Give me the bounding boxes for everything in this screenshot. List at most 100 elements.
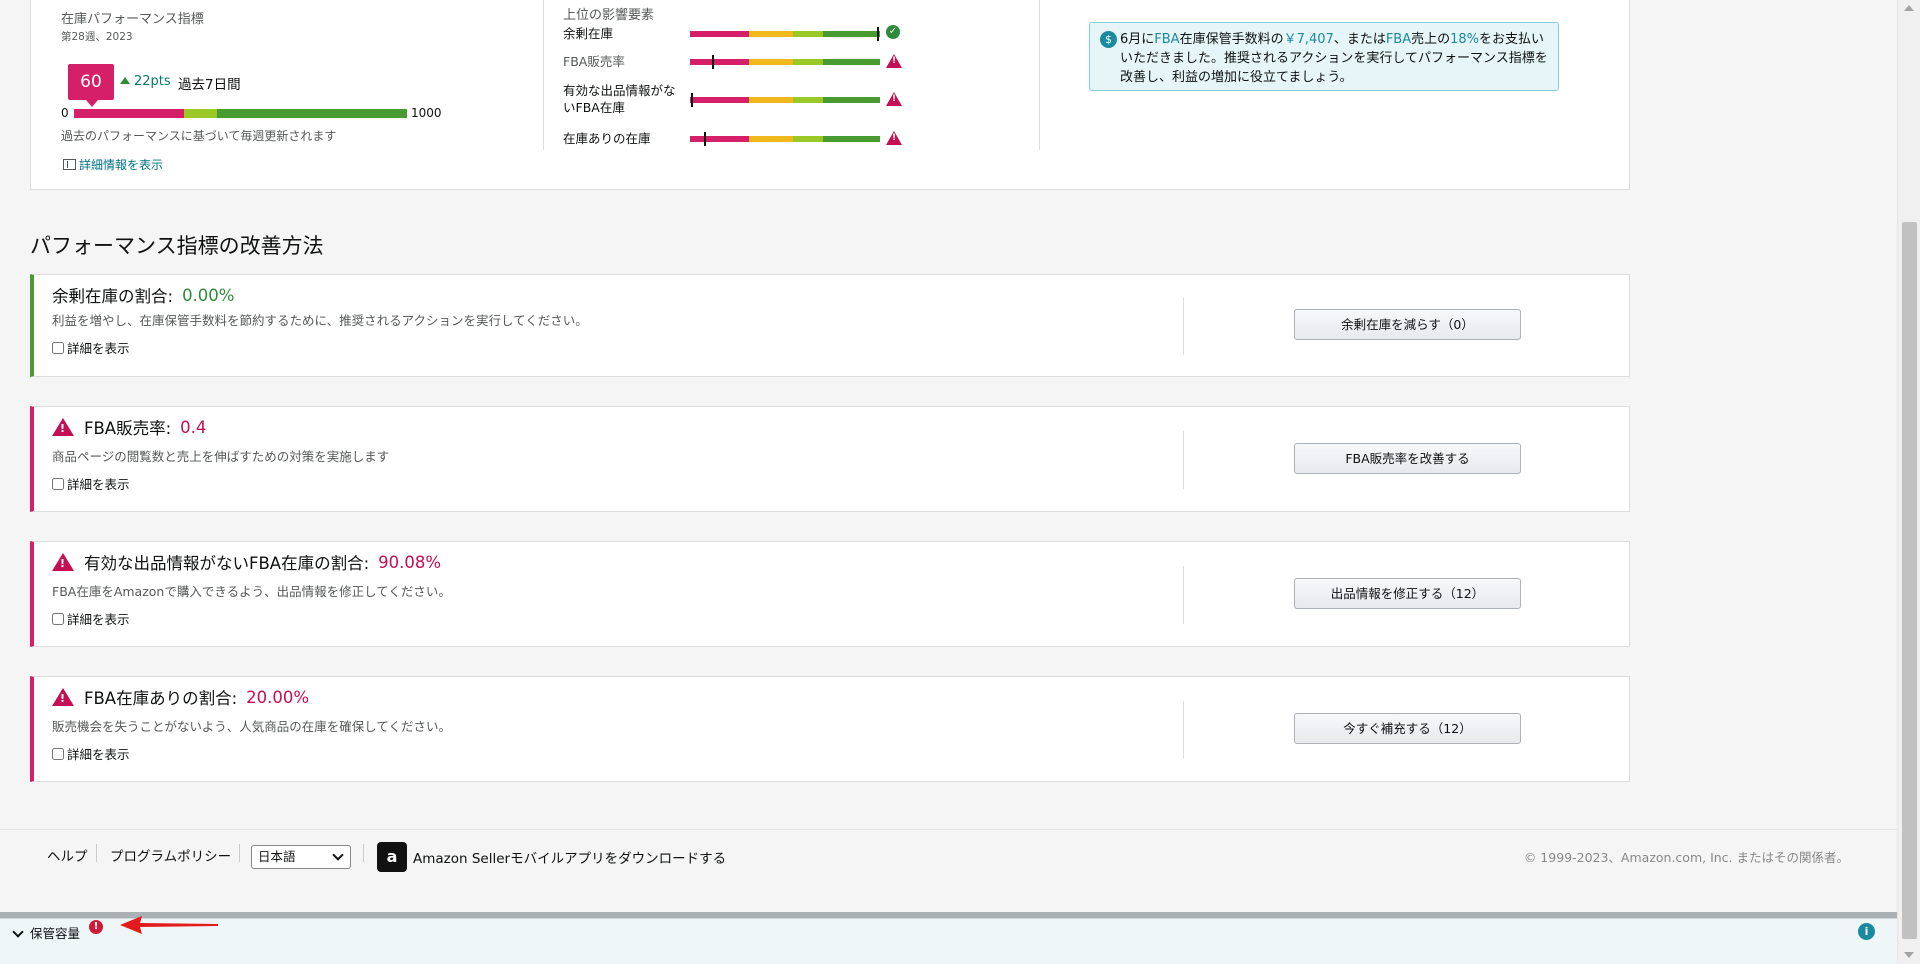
factor-bar bbox=[690, 31, 880, 37]
footer-separator bbox=[96, 844, 97, 862]
copyright: © 1999-2023、Amazon.com, Inc. またはその関係者。 bbox=[1523, 850, 1849, 865]
factor-bar-seg bbox=[748, 59, 793, 65]
scrollbar-thumb[interactable] bbox=[1902, 222, 1917, 939]
factor-status bbox=[886, 92, 902, 106]
factor-bar-seg bbox=[822, 31, 880, 37]
trend-period: 過去7日間 bbox=[178, 77, 241, 93]
warning-triangle-icon bbox=[886, 131, 902, 145]
language-value: 日本語 bbox=[258, 849, 296, 864]
show-details-checkbox[interactable]: 詳細を表示 bbox=[52, 474, 130, 493]
factor-marker bbox=[711, 55, 714, 69]
card-separator bbox=[1183, 701, 1184, 759]
show-details-checkbox[interactable]: 詳細を表示 bbox=[52, 744, 130, 763]
info-text: 、または bbox=[1333, 32, 1386, 47]
improvement-description: FBA在庫をAmazonで購入できるよう、出品情報を修正してください。 bbox=[52, 584, 451, 599]
footer-help-link[interactable]: ヘルプ bbox=[47, 845, 88, 865]
factors-title: 上位の影響要素 bbox=[563, 8, 655, 23]
improvement-card: FBA在庫ありの割合: 20.00% 販売機会を失うことがないよう、人気商品の在庫… bbox=[30, 676, 1630, 782]
scroll-up-icon[interactable] bbox=[1904, 5, 1914, 11]
score-scale-max: 1000 bbox=[411, 106, 442, 120]
factor-bar-seg bbox=[792, 136, 823, 142]
amazon-app-icon[interactable]: a bbox=[377, 842, 407, 872]
storage-capacity-bar[interactable]: 保管容量 ! i bbox=[0, 916, 1897, 964]
reduce-excess-button[interactable]: 余剰在庫を減らす（0） bbox=[1294, 309, 1521, 340]
scroll-down-icon[interactable] bbox=[1904, 952, 1914, 958]
footer-separator bbox=[363, 844, 364, 862]
factor-label: 余剰在庫 bbox=[563, 26, 614, 41]
improvement-value: 20.00% bbox=[246, 687, 310, 707]
checkbox[interactable] bbox=[52, 477, 64, 490]
improvement-value: 0.00% bbox=[182, 285, 235, 305]
score-badge: 60 bbox=[68, 64, 114, 107]
page: 在庫パフォーマンス指標 第28週、2023 60 22pts 過去7日間 0 1… bbox=[0, 0, 1897, 964]
info-highlight: 18% bbox=[1450, 32, 1480, 47]
check-circle-icon: ✓ bbox=[886, 25, 900, 39]
factor-bar-seg bbox=[792, 97, 823, 103]
show-details-checkbox[interactable]: 詳細を表示 bbox=[52, 609, 130, 628]
checkbox[interactable] bbox=[52, 341, 64, 354]
info-text: 6月に bbox=[1120, 32, 1155, 47]
score-bar-red bbox=[74, 109, 184, 118]
factor-bar-seg bbox=[690, 97, 749, 103]
checkbox[interactable] bbox=[52, 612, 64, 625]
warning-triangle-icon bbox=[52, 553, 74, 571]
improvement-label: 有効な出品情報がないFBA在庫の割合: bbox=[84, 554, 370, 573]
factor-marker bbox=[704, 132, 707, 146]
factor-label: FBA販売率 bbox=[563, 54, 625, 69]
improvement-description: 利益を増やし、在庫保管手数料を節約するために、推奨されるアクションを実行してくだ… bbox=[52, 313, 588, 328]
factor-status bbox=[886, 54, 902, 68]
improvement-description: 商品ページの閲覧数と売上を伸ばすための対策を実施します bbox=[52, 449, 390, 464]
card-divider bbox=[1039, 0, 1040, 150]
factor-bar bbox=[690, 59, 880, 65]
factor-label: 有効な出品情報がないFBA在庫 bbox=[563, 83, 676, 115]
storage-capacity-label[interactable]: 保管容量 bbox=[30, 923, 80, 942]
section-title: パフォーマンス指標の改善方法 bbox=[30, 234, 324, 258]
score-trend: 22pts bbox=[120, 74, 171, 89]
factor-bar-seg bbox=[690, 59, 749, 65]
checkbox[interactable] bbox=[52, 747, 64, 760]
improvement-title: FBA在庫ありの割合: 20.00% bbox=[52, 685, 309, 709]
info-highlight: ￥7,407 bbox=[1283, 32, 1334, 47]
factor-bar-seg bbox=[792, 31, 823, 37]
fee-info-box: $ 6月にFBA在庫保管手数料の￥7,407、またはFBA売上の18%をお支払い… bbox=[1089, 22, 1559, 91]
card-separator bbox=[1183, 297, 1184, 355]
expand-icon bbox=[63, 159, 76, 170]
details-link-label: 詳細情報を表示 bbox=[79, 158, 164, 172]
factor-bar-seg bbox=[748, 136, 793, 142]
dollar-icon: $ bbox=[1100, 31, 1117, 48]
score-bar bbox=[74, 109, 407, 118]
vertical-scrollbar[interactable] bbox=[1897, 0, 1920, 964]
factor-bar-seg bbox=[748, 31, 793, 37]
improvement-value: 90.08% bbox=[378, 552, 442, 572]
show-details-checkbox[interactable]: 詳細を表示 bbox=[52, 338, 130, 357]
language-select[interactable]: 日本語 bbox=[251, 845, 351, 869]
performance-note: 過去のパフォーマンスに基づいて毎週更新されます bbox=[61, 129, 337, 143]
improvement-title: 余剰在庫の割合: 0.00% bbox=[52, 283, 234, 307]
info-icon[interactable]: i bbox=[1858, 923, 1875, 940]
checkbox-label: 詳細を表示 bbox=[67, 747, 130, 762]
factor-marker bbox=[690, 93, 693, 107]
app-download-link[interactable]: Amazon Sellerモバイルアプリをダウンロードする bbox=[413, 847, 726, 867]
warning-triangle-icon bbox=[886, 54, 902, 68]
trend-up-icon bbox=[120, 77, 130, 84]
details-link[interactable]: 詳細情報を表示 bbox=[63, 156, 163, 173]
performance-title: 在庫パフォーマンス指標 bbox=[61, 12, 204, 27]
footer-policy-link[interactable]: プログラムポリシー bbox=[110, 845, 231, 865]
score-scale-min: 0 bbox=[61, 106, 69, 120]
factor-bar-seg bbox=[690, 136, 749, 142]
info-text: 在庫保管手数料の bbox=[1179, 32, 1284, 47]
factor-bar-seg bbox=[822, 97, 880, 103]
warning-triangle-icon bbox=[52, 418, 74, 436]
improve-sell-through-button[interactable]: FBA販売率を改善する bbox=[1294, 443, 1521, 474]
chevron-down-icon[interactable] bbox=[12, 926, 24, 938]
fix-listings-button[interactable]: 出品情報を修正する（12） bbox=[1294, 578, 1521, 609]
factor-bar-seg bbox=[822, 136, 880, 142]
score-bar-lightgreen bbox=[183, 109, 218, 118]
chevron-down-icon bbox=[332, 849, 344, 861]
card-separator bbox=[1183, 566, 1184, 624]
improvement-label: FBA販売率: bbox=[84, 419, 172, 438]
restock-now-button[interactable]: 今すぐ補充する（12） bbox=[1294, 713, 1521, 744]
checkbox-label: 詳細を表示 bbox=[67, 477, 130, 492]
info-text: 売上の bbox=[1411, 32, 1451, 47]
factor-status bbox=[886, 131, 902, 145]
